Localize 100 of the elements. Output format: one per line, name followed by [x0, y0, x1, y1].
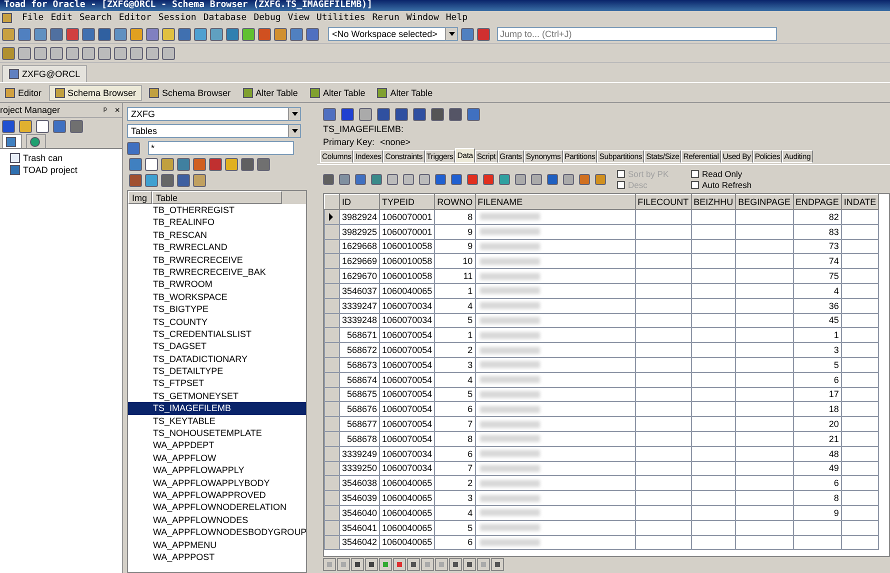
table-list-item[interactable]: WA_APPFLOWAPPLY [128, 464, 306, 477]
table-list-item[interactable]: TS_DETAILTYPE [128, 365, 306, 378]
menu-item[interactable]: View [288, 13, 310, 23]
table-list-item[interactable]: WA_APPFLOWAPPLYBODY [128, 476, 306, 489]
toolbar-icon[interactable] [387, 174, 398, 185]
toolbar-icon[interactable] [53, 120, 66, 132]
column-header[interactable]: BEGINPAGE [736, 194, 793, 210]
toolbar-icon[interactable] [114, 46, 127, 60]
toolbar-icon[interactable] [323, 108, 336, 120]
toolbar-icon[interactable] [146, 28, 159, 40]
toolbar-icon[interactable] [359, 108, 372, 120]
toolbar-icon[interactable] [130, 46, 143, 60]
toolbar-icon[interactable] [194, 28, 207, 40]
document-tab[interactable]: Editor [0, 84, 47, 100]
toolbar-icon[interactable] [515, 174, 526, 185]
table-list-item[interactable]: WA_APPFLOWNODERELATION [128, 501, 306, 514]
menu-item[interactable]: Editor [118, 13, 152, 23]
connection-tab[interactable]: ZXFG@ORCL [2, 65, 88, 82]
toolbar-icon[interactable] [339, 174, 350, 185]
table-list-item[interactable]: TS_CREDENTIALSLIST [128, 328, 306, 340]
toolbar-icon[interactable] [178, 28, 191, 40]
toolbar-icon[interactable] [2, 120, 15, 132]
navigator-button[interactable] [393, 558, 406, 571]
toolbar-icon[interactable] [70, 120, 83, 132]
table-list-item[interactable]: WA_APPFLOWNODES [128, 514, 306, 526]
table-list-item[interactable]: TS_NOHOUSETEMPLATE [128, 427, 306, 440]
filter-icon[interactable] [127, 142, 140, 154]
toolbar-icon[interactable] [114, 28, 127, 40]
filter-field[interactable]: * [148, 141, 294, 155]
toolbar-icon[interactable] [50, 46, 63, 60]
toolbar-icon[interactable] [130, 28, 143, 40]
pin-button[interactable]: ᵖ [101, 105, 109, 115]
option-checkbox[interactable]: Read Only [691, 168, 781, 180]
toolbar-icon[interactable] [499, 174, 510, 185]
table-list-item[interactable]: TB_RWROOM [128, 278, 306, 291]
navigator-button[interactable] [449, 558, 462, 571]
toolbar-icon[interactable] [34, 28, 47, 40]
table-list-item[interactable]: TS_DAGSET [128, 340, 306, 353]
column-header[interactable]: Img [128, 191, 152, 204]
toolbar-icon[interactable] [19, 120, 32, 132]
table-list-item[interactable]: TS_KEYTABLE [128, 414, 306, 428]
document-tab[interactable]: Schema Browser [144, 84, 236, 100]
toolbar-icon[interactable] [98, 28, 111, 40]
panel-tab[interactable] [26, 134, 46, 148]
toolbar-icon[interactable] [34, 46, 47, 60]
toolbar-icon[interactable] [145, 158, 158, 171]
menu-item[interactable]: Debug [254, 13, 281, 23]
column-header[interactable]: FILENAME [475, 194, 636, 210]
toolbar-icon[interactable] [306, 28, 319, 40]
toolbar-icon[interactable] [595, 174, 606, 185]
workspace-dropdown[interactable]: <No Workspace selected> [328, 27, 458, 41]
toolbar-icon[interactable] [449, 108, 462, 120]
column-header[interactable]: ID [340, 194, 380, 210]
toolbar-icon[interactable] [579, 174, 590, 185]
toolbar-icon[interactable] [341, 108, 354, 120]
toolbar-icon[interactable] [274, 28, 287, 40]
table-list-item[interactable]: TB_RESCAN [128, 228, 306, 242]
toolbar-icon[interactable] [531, 174, 542, 185]
table-list-item[interactable]: TB_RWRECLAND [128, 241, 306, 254]
table-list-item[interactable]: TS_IMAGEFILEMB [128, 402, 306, 415]
toolbar-icon[interactable] [355, 174, 366, 185]
table-list-item[interactable]: TS_DATADICTIONARY [128, 352, 306, 366]
toolbar-icon[interactable] [563, 174, 574, 185]
table-list-item[interactable]: TS_BIGTYPE [128, 303, 306, 316]
toolbar-icon[interactable] [82, 46, 95, 60]
column-header[interactable]: Table [152, 191, 282, 204]
tree-item[interactable]: TOAD project [10, 164, 122, 176]
toolbar-icon[interactable] [467, 108, 480, 120]
toolbar-icon[interactable] [477, 28, 490, 40]
schema-dropdown[interactable]: ZXFG [127, 107, 301, 121]
toolbar-icon[interactable] [50, 28, 63, 40]
table-list-item[interactable]: TB_REALINFO [128, 216, 306, 229]
document-tab[interactable]: Alter Table [372, 84, 438, 100]
navigator-button[interactable] [351, 558, 364, 571]
column-header[interactable]: INDATE [841, 194, 879, 210]
toolbar-icon[interactable] [36, 120, 49, 132]
toolbar-icon[interactable] [461, 28, 474, 40]
toolbar-icon[interactable] [18, 46, 31, 60]
document-tab[interactable]: Schema Browser [48, 84, 142, 100]
toolbar-icon[interactable] [431, 108, 444, 120]
toolbar-icon[interactable] [467, 174, 478, 185]
table-list-item[interactable]: TB_RWRECRECEIVE_BAK [128, 266, 306, 278]
column-header[interactable]: ROWNO [434, 194, 476, 210]
toolbar-icon[interactable] [18, 28, 31, 40]
tree-item[interactable]: Trash can [10, 152, 122, 164]
jump-to-field[interactable]: Jump to... (Ctrl+J) [497, 27, 777, 41]
toolbar-icon[interactable] [547, 174, 558, 185]
toolbar-icon[interactable] [2, 28, 15, 40]
toolbar-icon[interactable] [413, 108, 426, 120]
table-list-item[interactable]: WA_APPPOST [128, 550, 306, 564]
menu-item[interactable]: Window [406, 13, 439, 23]
table-list-item[interactable]: TB_RWRECRECEIVE [128, 254, 306, 266]
table-list-item[interactable]: WA_APPFLOW [128, 452, 306, 464]
menu-item[interactable]: Utilities [316, 13, 366, 23]
toolbar-icon[interactable] [193, 174, 206, 187]
object-type-dropdown[interactable]: Tables [127, 124, 301, 138]
table-list-item[interactable]: TS_FTPSET [128, 377, 306, 390]
navigator-button[interactable] [365, 558, 378, 571]
row-indicator[interactable] [324, 210, 340, 224]
menu-item[interactable]: Session [158, 13, 196, 23]
